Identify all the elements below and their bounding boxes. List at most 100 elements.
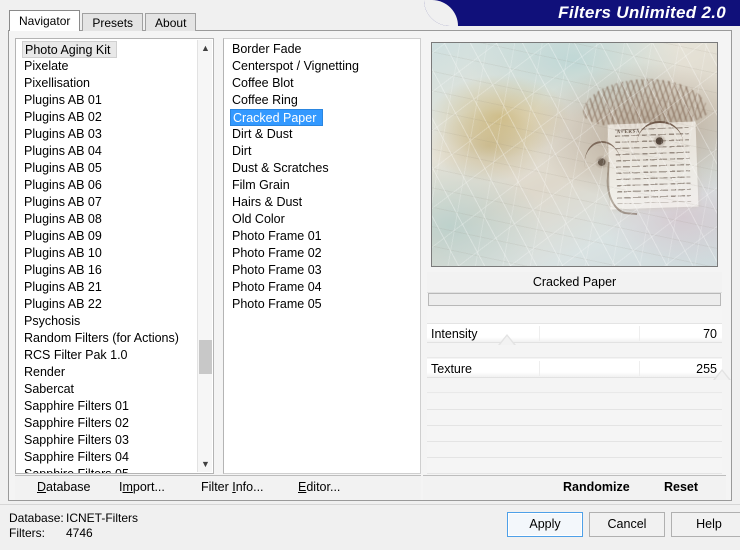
status-database-label: Database: <box>9 511 64 525</box>
category-list-item[interactable]: Plugins AB 16 <box>16 262 213 279</box>
category-list-item[interactable]: Sapphire Filters 05 <box>16 466 213 473</box>
database-button-rest: atabase <box>46 480 91 494</box>
apply-button[interactable]: Apply <box>507 512 583 537</box>
category-list-item[interactable]: Pixellisation <box>16 75 213 92</box>
filter-list-item[interactable]: Hairs & Dust <box>224 194 420 211</box>
main-panel: Photo Aging Kit Pixelate Pixellisation Plug… <box>8 30 732 501</box>
slider-texture-underline <box>427 392 722 393</box>
slider-spacer-5 <box>427 442 722 458</box>
filter-list-item-wrap: Cracked Paper <box>224 109 420 126</box>
filter-list-item[interactable]: Dirt <box>224 143 420 160</box>
scroll-down-icon[interactable]: ▼ <box>198 456 213 472</box>
filter-list-item[interactable]: Dirt & Dust <box>224 126 420 143</box>
randomize-button[interactable]: Randomize <box>563 480 630 494</box>
editor-button-rest: ditor... <box>306 480 341 494</box>
category-list-item[interactable]: Plugins AB 01 <box>16 92 213 109</box>
filter-list-item[interactable]: Photo Frame 05 <box>224 296 420 313</box>
tab-strip: Navigator Presets About <box>9 10 198 31</box>
filter-list-item[interactable]: Photo Frame 04 <box>224 279 420 296</box>
slider-intensity-label: Intensity <box>431 327 478 341</box>
slider-intensity-handle[interactable] <box>498 334 516 345</box>
slider-intensity[interactable]: Intensity 70 <box>427 324 722 358</box>
filter-info-button[interactable]: Filter Info... <box>201 480 264 494</box>
tab-about-label: About <box>155 16 187 30</box>
tab-presets[interactable]: Presets <box>82 13 144 31</box>
slider-texture-label: Texture <box>431 362 472 376</box>
app-title: Filters Unlimited 2.0 <box>558 3 726 22</box>
slider-texture-handle[interactable] <box>713 369 731 380</box>
filter-list-item[interactable]: Coffee Ring <box>224 92 420 109</box>
preview-image[interactable]: AVERSA <box>431 42 718 267</box>
tab-about[interactable]: About <box>145 13 197 31</box>
category-list-item[interactable]: Render <box>16 364 213 381</box>
category-list-item[interactable]: Plugins AB 03 <box>16 126 213 143</box>
category-list-item[interactable]: Psychosis <box>16 313 213 330</box>
category-list-item[interactable]: Sapphire Filters 03 <box>16 432 213 449</box>
reset-button[interactable]: Reset <box>664 480 698 494</box>
category-list-item[interactable]: Plugins AB 02 <box>16 109 213 126</box>
filter-list-items: Border Fade Centerspot / Vignetting Coffee… <box>224 39 420 313</box>
filter-list-item[interactable]: Coffee Blot <box>224 75 420 92</box>
filter-list-item[interactable]: Dust & Scratches <box>224 160 420 177</box>
slider-intensity-underline <box>427 357 722 358</box>
filter-list[interactable]: Border Fade Centerspot / Vignetting Coffee… <box>223 38 421 474</box>
current-filter-name: Cracked Paper <box>427 272 722 293</box>
category-list-item[interactable]: Plugins AB 10 <box>16 245 213 262</box>
category-list-item[interactable]: Plugins AB 07 <box>16 194 213 211</box>
scroll-up-icon[interactable]: ▲ <box>198 40 213 56</box>
filter-list-item[interactable]: Cracked Paper <box>230 109 324 126</box>
category-list-item[interactable]: Plugins AB 05 <box>16 160 213 177</box>
status-filters-label: Filters: <box>9 526 45 540</box>
cancel-button[interactable]: Cancel <box>589 512 665 537</box>
filter-list-item[interactable]: Film Grain <box>224 177 420 194</box>
category-list-item[interactable]: Plugins AB 22 <box>16 296 213 313</box>
category-list-item[interactable]: Sapphire Filters 04 <box>16 449 213 466</box>
slider-texture[interactable]: Texture 255 <box>427 359 731 393</box>
slider-intensity-track[interactable]: Intensity 70 <box>427 324 722 343</box>
database-button[interactable]: Database <box>37 480 91 494</box>
tab-presets-label: Presets <box>92 16 134 30</box>
status-bar: Database: ICNET-Filters Filters: 4746 Ap… <box>0 504 740 550</box>
category-list-scrollbar[interactable]: ▲ ▼ <box>197 40 212 472</box>
filters-unlimited-window: Filters Unlimited 2.0 Navigator Presets … <box>0 0 740 550</box>
category-list-item[interactable]: Sapphire Filters 01 <box>16 398 213 415</box>
preset-bar[interactable] <box>428 293 721 306</box>
tab-navigator[interactable]: Navigator <box>9 10 81 31</box>
filter-list-item[interactable]: Photo Frame 01 <box>224 228 420 245</box>
category-list-item[interactable]: Plugins AB 09 <box>16 228 213 245</box>
category-list-item[interactable]: Plugins AB 06 <box>16 177 213 194</box>
category-list-item[interactable]: Pixelate <box>16 58 213 75</box>
category-list-item[interactable]: Plugins AB 21 <box>16 279 213 296</box>
title-banner: Filters Unlimited 2.0 <box>424 0 740 26</box>
category-list-item[interactable]: RCS Filter Pak 1.0 <box>16 347 213 364</box>
filter-list-item[interactable]: Border Fade <box>224 41 420 58</box>
import-button[interactable]: Import... <box>119 480 165 494</box>
filter-list-item[interactable]: Centerspot / Vignetting <box>224 58 420 75</box>
status-database-value: ICNET-Filters <box>66 511 138 525</box>
category-list-item[interactable]: Sabercat <box>16 381 213 398</box>
filter-info-button-rest: nfo... <box>235 480 264 494</box>
category-list-item[interactable]: Plugins AB 04 <box>16 143 213 160</box>
category-list-item[interactable]: Photo Aging Kit <box>22 41 118 58</box>
slider-spacer-4 <box>427 426 722 442</box>
slider-spacer-3 <box>427 410 722 426</box>
category-list-item[interactable]: Random Filters (for Actions) <box>16 330 213 347</box>
category-list[interactable]: Photo Aging Kit Pixelate Pixellisation Plug… <box>15 38 214 474</box>
tab-navigator-label: Navigator <box>19 14 71 28</box>
category-list-item-wrap: Photo Aging Kit <box>16 41 213 58</box>
preview-pane: AVERSA Cracked Paper Intensity 70 <box>423 38 731 474</box>
slider-texture-track[interactable]: Texture 255 <box>427 359 722 378</box>
filter-list-item[interactable]: Photo Frame 02 <box>224 245 420 262</box>
panel-toolbar-right: Randomize Reset <box>423 475 726 500</box>
filter-list-item[interactable]: Old Color <box>224 211 420 228</box>
editor-button[interactable]: Editor... <box>298 480 340 494</box>
category-list-item[interactable]: Plugins AB 08 <box>16 211 213 228</box>
filter-list-item[interactable]: Photo Frame 03 <box>224 262 420 279</box>
status-filters-value: 4746 <box>66 526 93 540</box>
category-list-item[interactable]: Sapphire Filters 02 <box>16 415 213 432</box>
help-button[interactable]: Help <box>671 512 740 537</box>
slider-spacer-6 <box>427 458 722 474</box>
scrollbar-thumb[interactable] <box>199 340 212 374</box>
category-list-items: Photo Aging Kit Pixelate Pixellisation Plug… <box>16 39 213 473</box>
panel-toolbar-left: Database Import... Filter Info... Editor… <box>15 475 421 500</box>
